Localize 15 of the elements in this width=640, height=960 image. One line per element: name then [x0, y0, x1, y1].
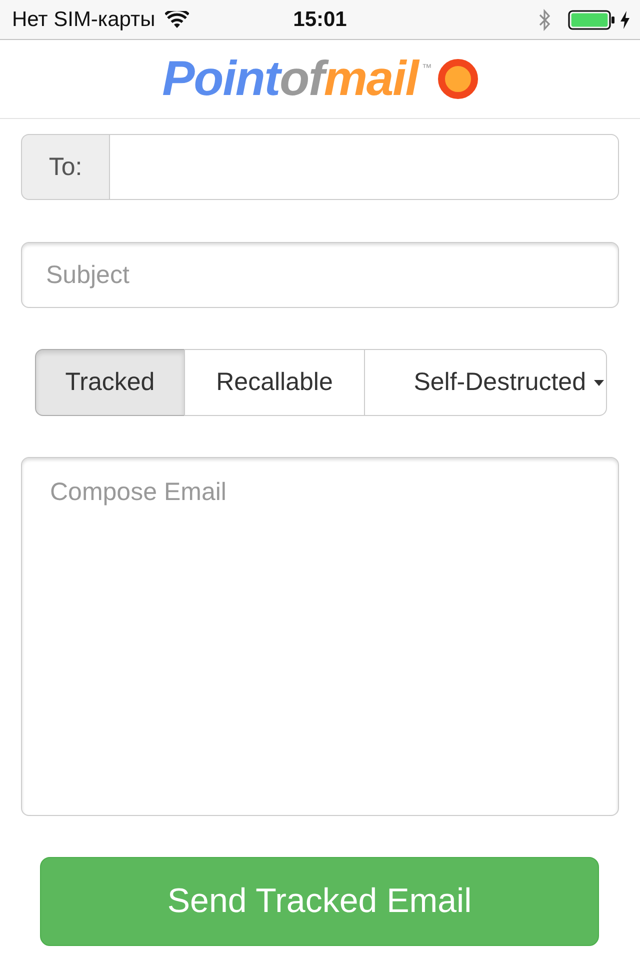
logo-circle-icon [438, 59, 478, 99]
clock-time: 15:01 [293, 8, 347, 32]
subject-field[interactable]: Subject [21, 242, 619, 308]
battery-icon [568, 10, 616, 30]
wifi-icon [165, 10, 190, 28]
to-label: To: [21, 134, 109, 200]
trademark-mark: ™ [422, 62, 432, 74]
recipient-field[interactable] [109, 134, 619, 200]
mode-tab[interactable]: Self-Destructed [364, 349, 607, 416]
logo-wordmark: Pointofmail [162, 54, 418, 104]
compose-field[interactable]: Compose Email [21, 457, 619, 816]
mode-tab[interactable]: Tracked [35, 349, 185, 416]
bluetooth-icon [539, 8, 551, 30]
mode-tab[interactable]: Recallable [184, 349, 365, 416]
carrier-text: Нет SIM-карты [12, 8, 156, 32]
